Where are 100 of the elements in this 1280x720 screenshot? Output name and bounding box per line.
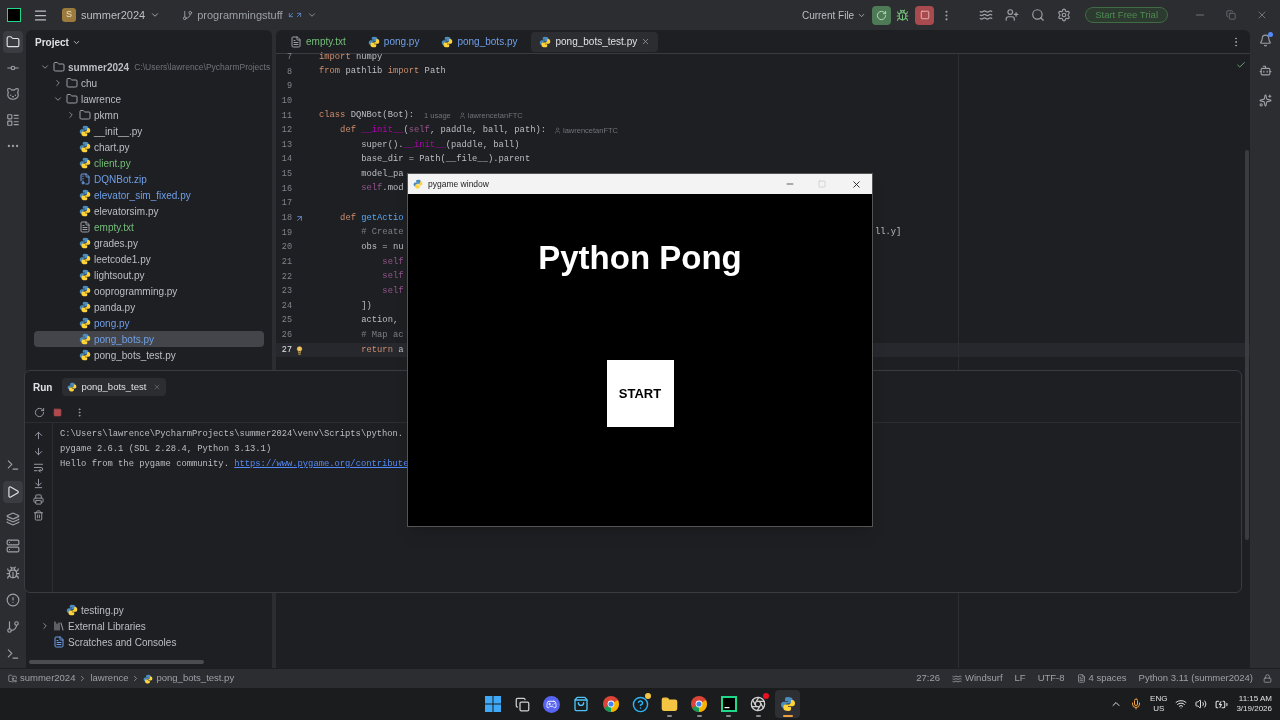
rerun-icon[interactable] <box>34 407 45 418</box>
breadcrumb[interactable]: summer2024 <box>8 671 76 686</box>
lightbulb-icon[interactable] <box>294 345 304 355</box>
scrollbar[interactable] <box>29 660 204 664</box>
add-user-icon[interactable] <box>1005 8 1020 22</box>
folder-icon[interactable] <box>3 31 23 53</box>
tree-item[interactable]: pong.py <box>34 315 264 331</box>
code-line: model_pa <box>360 167 404 181</box>
tree-item[interactable]: empty.txt <box>34 219 264 235</box>
file-name: pong.py <box>94 316 130 331</box>
swirl-icon[interactable] <box>979 8 994 22</box>
run-tab[interactable]: pong_bots_test <box>62 378 167 396</box>
print-icon[interactable] <box>33 494 44 505</box>
run-icon[interactable] <box>3 481 23 503</box>
tree-item[interactable]: pong_bots.py <box>34 331 264 347</box>
wrap-icon[interactable] <box>33 462 44 473</box>
snake-icon <box>413 179 423 189</box>
editor-tab[interactable]: pong.py <box>359 31 428 52</box>
browser-icon[interactable] <box>602 696 619 712</box>
tree-item[interactable]: grades.py <box>34 235 264 251</box>
code-line: ll.y] <box>875 226 902 240</box>
clock-date[interactable]: 3/19/2026 <box>1236 704 1272 714</box>
tree-item[interactable]: leetcode1.py <box>34 251 264 267</box>
tree-item[interactable]: panda.py <box>34 299 264 315</box>
tree-item[interactable]: chu <box>34 75 264 91</box>
scroll-end-icon[interactable] <box>33 478 44 489</box>
tree-item[interactable]: testing.py <box>34 602 264 618</box>
ide-icon[interactable] <box>720 696 737 712</box>
menu-icon[interactable] <box>33 7 48 23</box>
gamepad-icon[interactable] <box>543 695 560 713</box>
tree-item[interactable]: lightsout.py <box>34 267 264 283</box>
microphone-icon[interactable] <box>1130 698 1143 710</box>
start-button[interactable]: START <box>606 360 674 427</box>
arrow-down-icon[interactable] <box>33 446 44 457</box>
tree-item[interactable]: client.py <box>34 155 264 171</box>
python-icon <box>367 35 380 48</box>
trash-icon[interactable] <box>33 510 44 521</box>
close-icon[interactable] <box>851 178 862 190</box>
store-icon[interactable] <box>573 696 589 712</box>
tree-item[interactable]: pkmn <box>34 107 264 123</box>
project-selector[interactable]: S summer2024 <box>60 6 163 24</box>
rerun-button[interactable] <box>872 5 892 25</box>
run-config-selector[interactable]: Current File <box>801 7 867 23</box>
tree-item[interactable]: __init__.py <box>34 123 264 139</box>
lock-icon[interactable] <box>1263 674 1272 683</box>
help-icon[interactable] <box>631 695 649 713</box>
folder-path: C:\Users\lawrence\PycharmProjects <box>134 60 271 74</box>
status-item[interactable]: Windsurf <box>952 671 1003 686</box>
window-title: pygame window <box>428 177 489 191</box>
tree-item[interactable]: Scratches and Consoles <box>34 634 264 650</box>
stop-button[interactable] <box>915 5 935 25</box>
tree-item[interactable]: chart.py <box>34 139 264 155</box>
wifi-icon[interactable] <box>1175 698 1188 710</box>
editor-tab[interactable]: pong_bots.py <box>433 31 526 52</box>
console-line: C:\Users\lawrence\PycharmProjects\summer2024\venv\Scripts\python. <box>60 427 404 441</box>
tree-item[interactable]: lawrence <box>34 91 264 107</box>
breadcrumb[interactable]: pong_bots_test.py <box>143 671 235 686</box>
status-item[interactable]: UTF-8 <box>1037 671 1065 686</box>
region-indicator[interactable]: US <box>1153 704 1165 714</box>
file-name: testing.py <box>81 603 124 618</box>
status-item[interactable]: Python 3.11 (summer2024) <box>1138 671 1253 686</box>
arrow-up-icon[interactable] <box>33 430 44 441</box>
folder-icon[interactable] <box>661 695 678 713</box>
app-logo-icon[interactable] <box>7 8 21 22</box>
project-name: summer2024 <box>81 7 146 23</box>
tree-item[interactable]: DQNBot.zip <box>34 171 264 187</box>
tree-item[interactable]: External Libraries <box>34 618 264 634</box>
chevron-icon[interactable] <box>40 621 50 631</box>
file-name: summer2024 <box>68 60 130 75</box>
browser-icon[interactable] <box>691 696 707 712</box>
status-item[interactable]: LF <box>1014 671 1026 686</box>
bug-icon[interactable] <box>896 8 910 22</box>
taskbar-app[interactable] <box>774 690 801 718</box>
override-icon[interactable] <box>294 213 304 223</box>
file-name: client.py <box>94 156 131 171</box>
status-item[interactable]: 4 spaces <box>1076 671 1127 686</box>
language-indicator[interactable]: ENG <box>1150 694 1168 704</box>
settings-icon[interactable] <box>1057 8 1072 22</box>
editor-tab[interactable]: pong_bots_test.py <box>531 31 659 52</box>
volume-icon[interactable] <box>1195 698 1208 710</box>
clock-time[interactable]: 11:15 AM <box>1238 694 1272 704</box>
windows-start-icon[interactable] <box>484 696 501 712</box>
editor-tab[interactable]: empty.txt <box>282 31 354 52</box>
aperture-icon[interactable] <box>750 696 766 712</box>
breadcrumb[interactable]: lawrence <box>90 671 129 686</box>
python-icon <box>79 189 91 201</box>
tree-item[interactable]: elevatorsim.py <box>34 203 264 219</box>
status-item[interactable]: 27:26 <box>916 671 941 686</box>
stop-icon[interactable] <box>53 408 62 417</box>
tree-item[interactable]: elevator_sim_fixed.py <box>34 187 264 203</box>
tree-item[interactable]: ooprogramming.py <box>34 283 264 299</box>
console-link[interactable]: https://www.pygame.org/contribute <box>234 457 409 472</box>
search-icon[interactable] <box>1031 8 1046 22</box>
task-view-icon[interactable] <box>514 696 530 712</box>
tree-item[interactable]: pong_bots_test.py <box>34 347 264 363</box>
file-name: chu <box>81 76 98 91</box>
code-line: from pathlib import Path <box>319 65 446 79</box>
caret-icon <box>306 10 317 20</box>
branch-selector[interactable]: programmingstuff <box>182 6 317 24</box>
panel-title[interactable]: Project <box>26 30 272 54</box>
